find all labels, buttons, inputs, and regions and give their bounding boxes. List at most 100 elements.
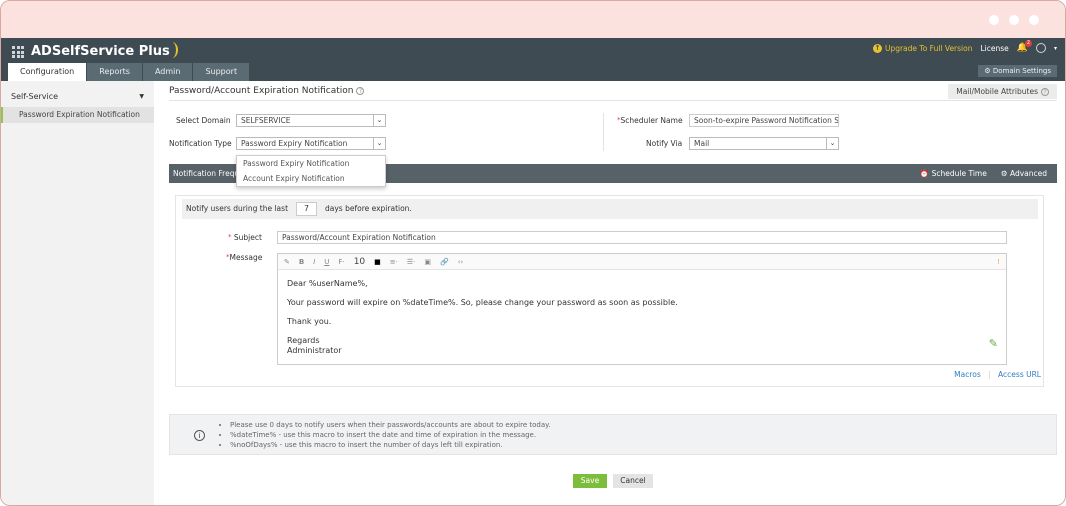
page-title-text: Password/Account Expiration Notification (169, 86, 354, 96)
message-line: Administrator (287, 346, 342, 355)
scheduler-name-text: Scheduler Name (620, 116, 683, 125)
window-dot[interactable] (989, 15, 999, 25)
title-bar (1, 1, 1065, 38)
bold-icon[interactable]: B (299, 258, 304, 266)
option-account-expiry[interactable]: Account Expiry Notification (237, 172, 385, 186)
notification-type-options: Password Expiry Notification Account Exp… (236, 155, 386, 187)
notify-via-label: Notify Via (646, 139, 683, 148)
sidebar-section-self-service[interactable]: Self-Service ▼ (1, 81, 154, 104)
message-line: Thank you. (287, 317, 332, 326)
insert-template-icon[interactable]: ✎ (989, 337, 998, 350)
app-name: ADSelfService Plus (31, 44, 170, 59)
subject-label-text: Subject (233, 233, 262, 242)
app-header: ADSelfService Plus Configuration Reports… (1, 38, 1065, 81)
schedule-time-button[interactable]: ⏰ Schedule Time (920, 164, 987, 183)
chevron-down-icon: ⌄ (373, 115, 385, 126)
sidebar: Self-Service ▼ Password Expiration Notifi… (1, 81, 154, 505)
bell-icon[interactable]: 🔔 2 (1017, 40, 1032, 53)
cancel-button[interactable]: Cancel (613, 474, 653, 488)
page-title: Password/Account Expiration Notification… (169, 86, 365, 96)
mail-mobile-attributes-button[interactable]: Mail/Mobile Attributes? (948, 84, 1057, 99)
warning-icon: ! (997, 257, 1000, 266)
help-icon[interactable]: ? (356, 87, 365, 95)
gear-icon: ⚙ (1000, 169, 1008, 178)
info-item: Please use 0 days to notify users when t… (230, 420, 550, 430)
font-size-select[interactable]: 10 (354, 257, 365, 267)
notification-type-label: Notification Type (169, 139, 232, 148)
code-icon[interactable]: ‹› (458, 258, 464, 266)
clock-icon: ⏰ (919, 169, 930, 178)
domain-settings-button[interactable]: ⚙ Domain Settings (978, 65, 1057, 77)
list-icon[interactable]: ☰· (407, 258, 416, 266)
upgrade-icon: ↑ (872, 43, 882, 53)
link-icon[interactable]: 🔗 (440, 258, 449, 266)
sidebar-item-password-expiration[interactable]: Password Expiration Notification (1, 107, 154, 123)
sidebar-section-label: Self-Service (11, 92, 59, 101)
notification-type-dropdown[interactable]: Password Expiry Notification ⌄ (236, 137, 386, 150)
select-domain-dropdown[interactable]: SELFSERVICE ⌄ (236, 114, 386, 127)
font-icon[interactable]: F· (338, 258, 344, 266)
notify-prefix: Notify users during the last (186, 204, 289, 213)
notification-type-value: Password Expiry Notification (241, 139, 348, 148)
message-body[interactable]: Dear %userName%, Your password will expi… (278, 270, 1006, 365)
select-domain-value: SELFSERVICE (241, 116, 291, 125)
advanced-button[interactable]: ⚙ Advanced (1001, 164, 1047, 183)
select-domain-label: Select Domain (176, 116, 231, 125)
scheduler-name-label: *Scheduler Name (617, 116, 683, 125)
notification-badge: 2 (1024, 40, 1032, 47)
window-dot[interactable] (1029, 15, 1039, 25)
info-item: %noOfDays% - use this macro to insert th… (230, 440, 550, 450)
editor-links: Macros | Access URL (954, 370, 1041, 379)
access-url-link[interactable]: Access URL (998, 370, 1041, 379)
notify-via-dropdown[interactable]: Mail ⌄ (689, 137, 839, 150)
upgrade-label: Upgrade To Full Version (884, 43, 973, 53)
tab-reports[interactable]: Reports (87, 63, 142, 81)
caret-down-icon: ▼ (139, 93, 144, 100)
notify-via-value: Mail (694, 139, 710, 148)
chevron-down-icon: ⌄ (826, 138, 838, 149)
info-box: i Please use 0 days to notify users when… (169, 414, 1057, 455)
tab-admin[interactable]: Admin (142, 63, 193, 81)
align-icon[interactable]: ≡· (390, 258, 398, 266)
message-line: Regards (287, 336, 320, 345)
scheduler-name-input[interactable]: Soon-to-expire Password Notification Scl (689, 114, 839, 127)
license-link[interactable]: License (980, 44, 1008, 53)
advanced-label: Advanced (1009, 169, 1047, 178)
option-password-expiry[interactable]: Password Expiry Notification (237, 157, 385, 171)
tab-support[interactable]: Support (193, 63, 250, 81)
notify-days-row: Notify users during the last 7 days before… (182, 199, 1038, 219)
message-line: Your password will expire on %dateTime%.… (287, 298, 678, 307)
app-window: ADSelfService Plus Configuration Reports… (0, 0, 1066, 506)
text-color-icon[interactable]: ■ (374, 258, 381, 266)
info-icon: i (194, 430, 205, 441)
notify-days-input[interactable]: 7 (296, 202, 318, 216)
chevron-down-icon: ⌄ (373, 138, 385, 149)
message-editor[interactable]: ✎ B I U F· 10 ■ ≡· ☰· ▣ 🔗 ‹›! Dear %userName%, Your… (277, 253, 1007, 365)
editor-toolbar: ✎ B I U F· 10 ■ ≡· ☰· ▣ 🔗 ‹›! (278, 254, 1006, 270)
info-item: %dateTime% - use this macro to insert th… (230, 430, 550, 440)
mail-attr-label: Mail/Mobile Attributes (956, 87, 1038, 96)
message-line: Dear %userName%, (287, 279, 368, 288)
notification-panel: Notify users during the last 7 days before… (175, 195, 1044, 387)
subject-label: * Subject (228, 233, 262, 242)
upgrade-link[interactable]: ↑ Upgrade To Full Version (872, 43, 973, 53)
gear-icon: ⚙ (984, 67, 991, 75)
save-button[interactable]: Save (573, 474, 607, 488)
message-label: *Message (226, 253, 263, 262)
app-logo: ADSelfService Plus (31, 42, 178, 59)
image-icon[interactable]: ▣ (424, 258, 431, 266)
clear-format-icon[interactable]: ✎ (284, 258, 290, 266)
subject-input[interactable]: Password/Account Expiration Notification (277, 231, 1007, 244)
underline-icon[interactable]: U (324, 258, 329, 266)
window-dot[interactable] (1009, 15, 1019, 25)
italic-icon[interactable]: I (313, 258, 315, 266)
message-label-text: Message (229, 253, 263, 262)
domain-settings-label: Domain Settings (992, 67, 1051, 75)
apps-grid-icon[interactable] (12, 46, 24, 58)
user-avatar-icon[interactable] (1035, 43, 1046, 53)
schedule-time-label: Schedule Time (931, 169, 987, 178)
macros-link[interactable]: Macros (954, 370, 981, 379)
tab-configuration[interactable]: Configuration (8, 63, 87, 81)
notify-suffix: days before expiration. (325, 204, 412, 213)
help-icon: ? (1041, 88, 1049, 96)
